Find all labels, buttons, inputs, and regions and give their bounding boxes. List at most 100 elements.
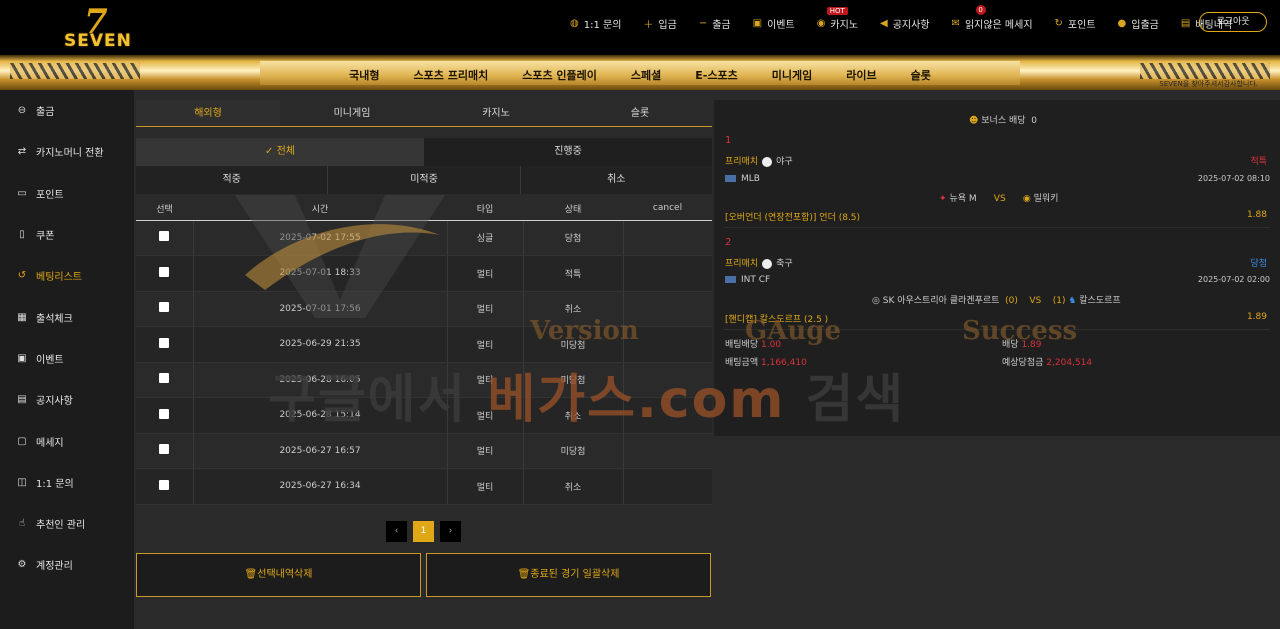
flag-icon: [725, 175, 736, 182]
hot-badge: HOT: [826, 7, 848, 15]
cancel-cell: [623, 291, 712, 327]
sidebar-item-attendance[interactable]: ▦ 출석체크: [0, 296, 134, 337]
mainnav-special[interactable]: 스페셜: [631, 67, 661, 83]
mainnav-minigame[interactable]: 미니게임: [772, 67, 812, 83]
logo-text: SEVEN: [64, 31, 132, 51]
sidebar-item-inquiry[interactable]: ◫ 1:1 문의: [0, 462, 134, 503]
row-checkbox[interactable]: [159, 479, 170, 490]
bet-detail-panel: ☻ 보너스 배당 0 1 프리매치 야구 적특 MLB 2025-07-02 08…: [714, 100, 1280, 436]
sidebar-item-event[interactable]: ▣ 이벤트: [0, 338, 134, 379]
table-row[interactable]: 2025-07-01 17:56 멀티 취소: [136, 291, 712, 327]
bet-match: ◎ SK 아우스트리아 클라겐푸르트 (0) VS (1) ♞ 칼스도르프: [872, 296, 1121, 306]
prev-page-button[interactable]: ‹: [386, 521, 407, 542]
bet-league: INT CF: [725, 275, 770, 285]
page-1-button[interactable]: 1: [413, 521, 434, 542]
topnav-inquiry[interactable]: ◍ 1:1 문의: [570, 16, 621, 31]
mainnav-domestic[interactable]: 국내형: [349, 67, 379, 83]
table-row[interactable]: 2025-06-29 21:35 멀티 미당첨: [136, 326, 712, 363]
mainnav-esports[interactable]: E-스포츠: [695, 67, 737, 83]
sidebar-item-point[interactable]: ▭ 포인트: [0, 173, 134, 214]
header-cancel: cancel: [623, 197, 712, 221]
sidebar-item-message[interactable]: ▢ 메세지: [0, 420, 134, 461]
event-icon: ▣: [17, 352, 27, 364]
row-checkbox[interactable]: [159, 408, 170, 419]
divider: [724, 329, 1270, 330]
tab-overseas[interactable]: 해외형: [136, 100, 280, 126]
cancel-cell: [623, 433, 712, 469]
tab-in-progress[interactable]: 진행중: [424, 138, 712, 166]
sidebar-item-casino-money[interactable]: ⇄ 카지노머니 전환: [0, 131, 134, 172]
topnav-deposit[interactable]: ＋ 입금: [643, 16, 676, 31]
sidebar-item-coupon[interactable]: ▯ 쿠폰: [0, 214, 134, 255]
delete-finished-button[interactable]: 🗑종료된 경기 일괄삭제: [426, 553, 711, 597]
row-checkbox[interactable]: [159, 231, 170, 242]
tab-miss[interactable]: 미적중: [328, 166, 521, 194]
row-checkbox[interactable]: [159, 266, 170, 277]
sidebar-item-bet-list[interactable]: ↺ 베팅리스트: [0, 255, 134, 296]
bet-result: 적특: [1250, 157, 1267, 167]
row-checkbox[interactable]: [159, 373, 170, 384]
tab-casino[interactable]: 카지노: [424, 100, 568, 126]
category-tabs: 해외형 미니게임 카지노 슬롯: [136, 100, 712, 127]
row-checkbox[interactable]: [159, 337, 170, 348]
notice-icon: ▤: [17, 394, 27, 406]
team-logo-icon: ✦: [939, 194, 947, 204]
sidebar: ⊖ 출금 ⇄ 카지노머니 전환 ▭ 포인트 ▯ 쿠폰 ↺ 베팅리스트 ▦ 출석체크 ▣ 이벤트…: [0, 90, 134, 629]
topnav-messages[interactable]: 0 ✉ 읽지않은 메세지: [951, 5, 1033, 31]
baseball-icon: [762, 156, 773, 167]
team-logo-icon: ♞: [1068, 296, 1077, 306]
topnav-transactions[interactable]: ● 입출금: [1118, 16, 1159, 31]
mail-icon: ✉: [951, 17, 960, 29]
sidebar-item-referral[interactable]: ☝ 추천인 관리: [0, 503, 134, 544]
mainnav-prematch[interactable]: 스포츠 프리매치: [414, 67, 489, 83]
next-page-button[interactable]: ›: [440, 521, 461, 542]
result-tabs: 적중 미적중 취소: [136, 166, 712, 194]
ticket-icon: ▤: [1180, 17, 1191, 29]
topnav-event[interactable]: ▣ 이벤트: [753, 16, 795, 31]
row-checkbox[interactable]: [159, 444, 170, 455]
sidebar-item-withdraw[interactable]: ⊖ 출금: [0, 90, 134, 131]
sidebar-item-account[interactable]: ⚙ 계정관리: [0, 544, 134, 585]
mainnav-slot[interactable]: 슬롯: [911, 67, 931, 83]
bonus-icon: ☻: [969, 116, 979, 126]
bet-list-panel: 해외형 미니게임 카지노 슬롯 ✓ 전체 진행중 적중 미적중 취소 선택 시간…: [136, 100, 712, 597]
bet-odds: 1.89: [1246, 312, 1267, 322]
table-row[interactable]: 2025-06-27 16:34 멀티 취소: [136, 468, 712, 505]
tab-hit[interactable]: 적중: [136, 166, 329, 194]
tab-cancel[interactable]: 취소: [521, 166, 712, 194]
table-row[interactable]: 2025-07-01 18:33 멀티 적특: [136, 255, 712, 292]
table-row[interactable]: 2025-07-02 17:55 싱글 당첨: [136, 220, 712, 256]
plus-icon: ＋: [643, 19, 654, 31]
tab-slot[interactable]: 슬롯: [568, 100, 712, 126]
sidebar-item-notice[interactable]: ▤ 공지사항: [0, 379, 134, 420]
status-badge: 적특: [523, 255, 624, 292]
topnav-point[interactable]: ↻ 포인트: [1055, 16, 1096, 31]
cancel-cell: [623, 397, 712, 434]
delete-selected-button[interactable]: 🗑선택내역삭제: [136, 553, 421, 597]
topnav-notice[interactable]: ◀ 공지사항: [880, 16, 930, 31]
status-badge: 미당첨: [523, 433, 624, 469]
cancel-cell: [623, 255, 712, 292]
mainnav-live[interactable]: 라이브: [846, 67, 876, 83]
table-row[interactable]: 2025-06-27 16:57 멀티 미당첨: [136, 433, 712, 469]
row-checkbox[interactable]: [159, 302, 170, 313]
bet-pick: [핸디캡] 칼스도르프 (2.5 ): [725, 315, 829, 325]
table-row[interactable]: 2025-06-28 15:14 멀티 취소: [136, 397, 712, 434]
seven-logo[interactable]: 7 SEVEN: [62, 2, 140, 52]
bet-number: 2: [725, 237, 732, 248]
summary-expected-win: 예상당첨금 2,204,514: [1002, 358, 1093, 368]
topnav-withdraw[interactable]: − 출금: [699, 16, 731, 31]
tab-minigame[interactable]: 미니게임: [280, 100, 424, 126]
header-select: 선택: [136, 197, 193, 221]
logout-button[interactable]: 로그아웃: [1199, 12, 1267, 32]
bet-datetime: 2025-07-02 02:00: [1197, 275, 1270, 284]
topnav-casino[interactable]: HOT ◉ 카지노: [817, 7, 858, 31]
status-badge: 미당첨: [523, 362, 624, 398]
cancel-cell: [623, 362, 712, 398]
settings-icon: ⚙: [17, 559, 27, 571]
bet-category: 프리매치 축구: [725, 258, 793, 269]
bet-category: 프리매치 야구: [725, 156, 793, 167]
table-row[interactable]: 2025-06-28 16:05 멀티 미당첨: [136, 362, 712, 398]
mainnav-inplay[interactable]: 스포츠 인플레이: [522, 67, 597, 83]
tab-all[interactable]: ✓ 전체: [136, 138, 424, 166]
